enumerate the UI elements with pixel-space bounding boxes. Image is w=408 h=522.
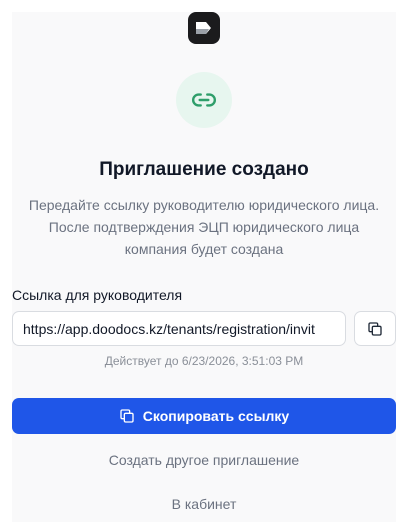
copy-link-label: Скопировать ссылку <box>142 408 290 424</box>
description: Передайте ссылку руководителю юридическо… <box>0 194 408 260</box>
create-another-label: Создать другое приглашение <box>108 452 300 468</box>
invitation-link-input[interactable] <box>12 311 346 346</box>
validity-text: Действует до 6/23/2026, 3:51:03 PM <box>104 354 304 368</box>
create-another-invitation-button[interactable]: Создать другое приглашение <box>12 446 396 474</box>
page-title: Приглашение создано <box>99 159 309 180</box>
to-cabinet-label: В кабинет <box>171 496 237 512</box>
to-cabinet-button[interactable]: В кабинет <box>12 490 396 518</box>
description-line: компания будет создана <box>124 241 284 257</box>
link-icon-badge <box>176 72 232 128</box>
description-line: После подтверждения ЭЦП юридического лиц… <box>48 219 360 235</box>
copy-link-button[interactable]: Скопировать ссылку <box>12 398 396 434</box>
app-logo-icon <box>188 12 220 44</box>
copy-icon <box>120 409 134 423</box>
description-line: Передайте ссылку руководителю юридическо… <box>28 197 380 213</box>
link-icon <box>192 93 216 107</box>
copy-link-icon-button[interactable] <box>354 311 396 346</box>
copy-icon <box>368 321 382 336</box>
link-field-label: Ссылка для руководителя <box>12 287 183 303</box>
